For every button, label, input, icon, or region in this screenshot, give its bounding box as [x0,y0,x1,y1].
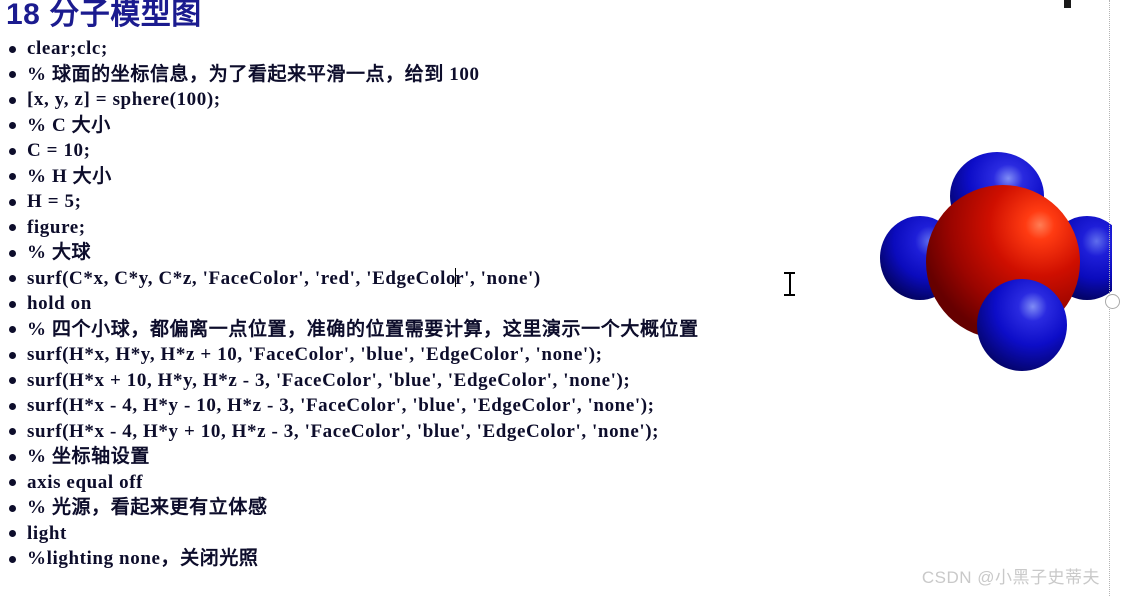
bullet-dot-icon [9,504,16,512]
list-item-label: [x, y, z] = sphere(100); [27,89,221,110]
list-item[interactable]: % C 大小 [0,113,1090,139]
bullet-dot-icon [9,453,16,461]
list-item-label: surf(H*x - 4, H*y + 10, H*z - 3, 'FaceCo… [27,420,660,442]
bullet-dot-icon [9,428,16,436]
bullet-dot-icon [9,71,16,79]
bullet-dot-icon [9,300,16,308]
list-item[interactable]: % 坐标轴设置 [0,444,1090,470]
bullet-dot-icon [9,530,16,538]
list-item-label: % 球面的坐标信息，为了看起来平滑一点，给到 100 [27,63,480,85]
list-item-label: % 坐标轴设置 [27,446,150,467]
ibeam-stem [789,273,791,295]
bullet-dot-icon [9,45,16,53]
bullet-dot-icon [9,173,16,181]
list-item-label: surf(H*x - 4, H*y - 10, H*z - 3, 'FaceCo… [27,395,655,416]
list-item-label: hold on [27,293,92,314]
list-item[interactable]: % 球面的坐标信息，为了看起来平滑一点，给到 100 [0,62,1090,88]
watermark-label: CSDN @小黑子史蒂夫 [921,568,1100,587]
list-item-label: surf(H*x, H*y, H*z + 10, 'FaceColor', 'b… [27,344,603,365]
list-item-label: surf(C*x, C*y, C*z, 'FaceColor', 'red', … [27,267,457,289]
ibeam-bottom-serif [784,294,795,296]
list-item-label: figure; [27,216,86,238]
bullet-dot-icon [9,479,16,487]
list-item-label: surf(H*x + 10, H*y, H*z - 3, 'FaceColor'… [27,369,631,391]
list-item[interactable]: light [0,521,1090,547]
circle-resize-handle[interactable] [1105,294,1120,309]
list-item[interactable]: [x, y, z] = sphere(100); [0,87,1090,113]
i-beam-text-cursor [783,271,796,297]
list-item[interactable]: clear;clc; [0,36,1090,62]
list-item-label: light [27,522,67,544]
bullet-dot-icon [9,377,16,385]
bullet-dot-icon [9,555,16,563]
list-item[interactable]: surf(H*x - 4, H*y + 10, H*z - 3, 'FaceCo… [0,419,1090,445]
bullet-dot-icon [9,122,16,130]
list-item-label: % 四个小球，都偏离一点位置，准确的位置需要计算，这里演示一个大概位置 [27,318,699,340]
bullet-dot-icon [9,147,16,155]
satellite-atom-bottom [977,279,1067,371]
list-item-label: %lighting none，关闭光照 [27,548,259,569]
list-item[interactable]: axis equal off [0,470,1090,496]
list-item-label: H = 5; [27,191,82,212]
top-edge-marker [1064,0,1071,8]
bullet-dot-icon [9,402,16,410]
bullet-dot-icon [9,275,16,283]
bullet-dot-icon [9,351,16,359]
list-item[interactable]: % 光源，看起来更有立体感 [0,495,1090,521]
list-item-label: C = 10; [27,140,91,161]
list-item-label: axis equal off [27,471,144,493]
list-item[interactable]: surf(H*x - 4, H*y - 10, H*z - 3, 'FaceCo… [0,393,1090,419]
list-item-label: clear;clc; [27,38,108,59]
list-item-label: % 光源，看起来更有立体感 [27,497,268,518]
page-title: 18 分子模型图 [6,0,202,31]
bullet-dot-icon [9,224,16,232]
list-item-label-tail: r', 'none') [455,267,541,289]
list-item-label: % 大球 [27,242,92,263]
molecule-figure-image[interactable] [880,148,1112,384]
list-item-label: % H 大小 [27,165,112,187]
bullet-dot-icon [9,96,16,104]
list-item-label: % C 大小 [27,114,111,136]
bullet-dot-icon [9,326,16,334]
bullet-dot-icon [9,249,16,257]
bullet-dot-icon [9,198,16,206]
